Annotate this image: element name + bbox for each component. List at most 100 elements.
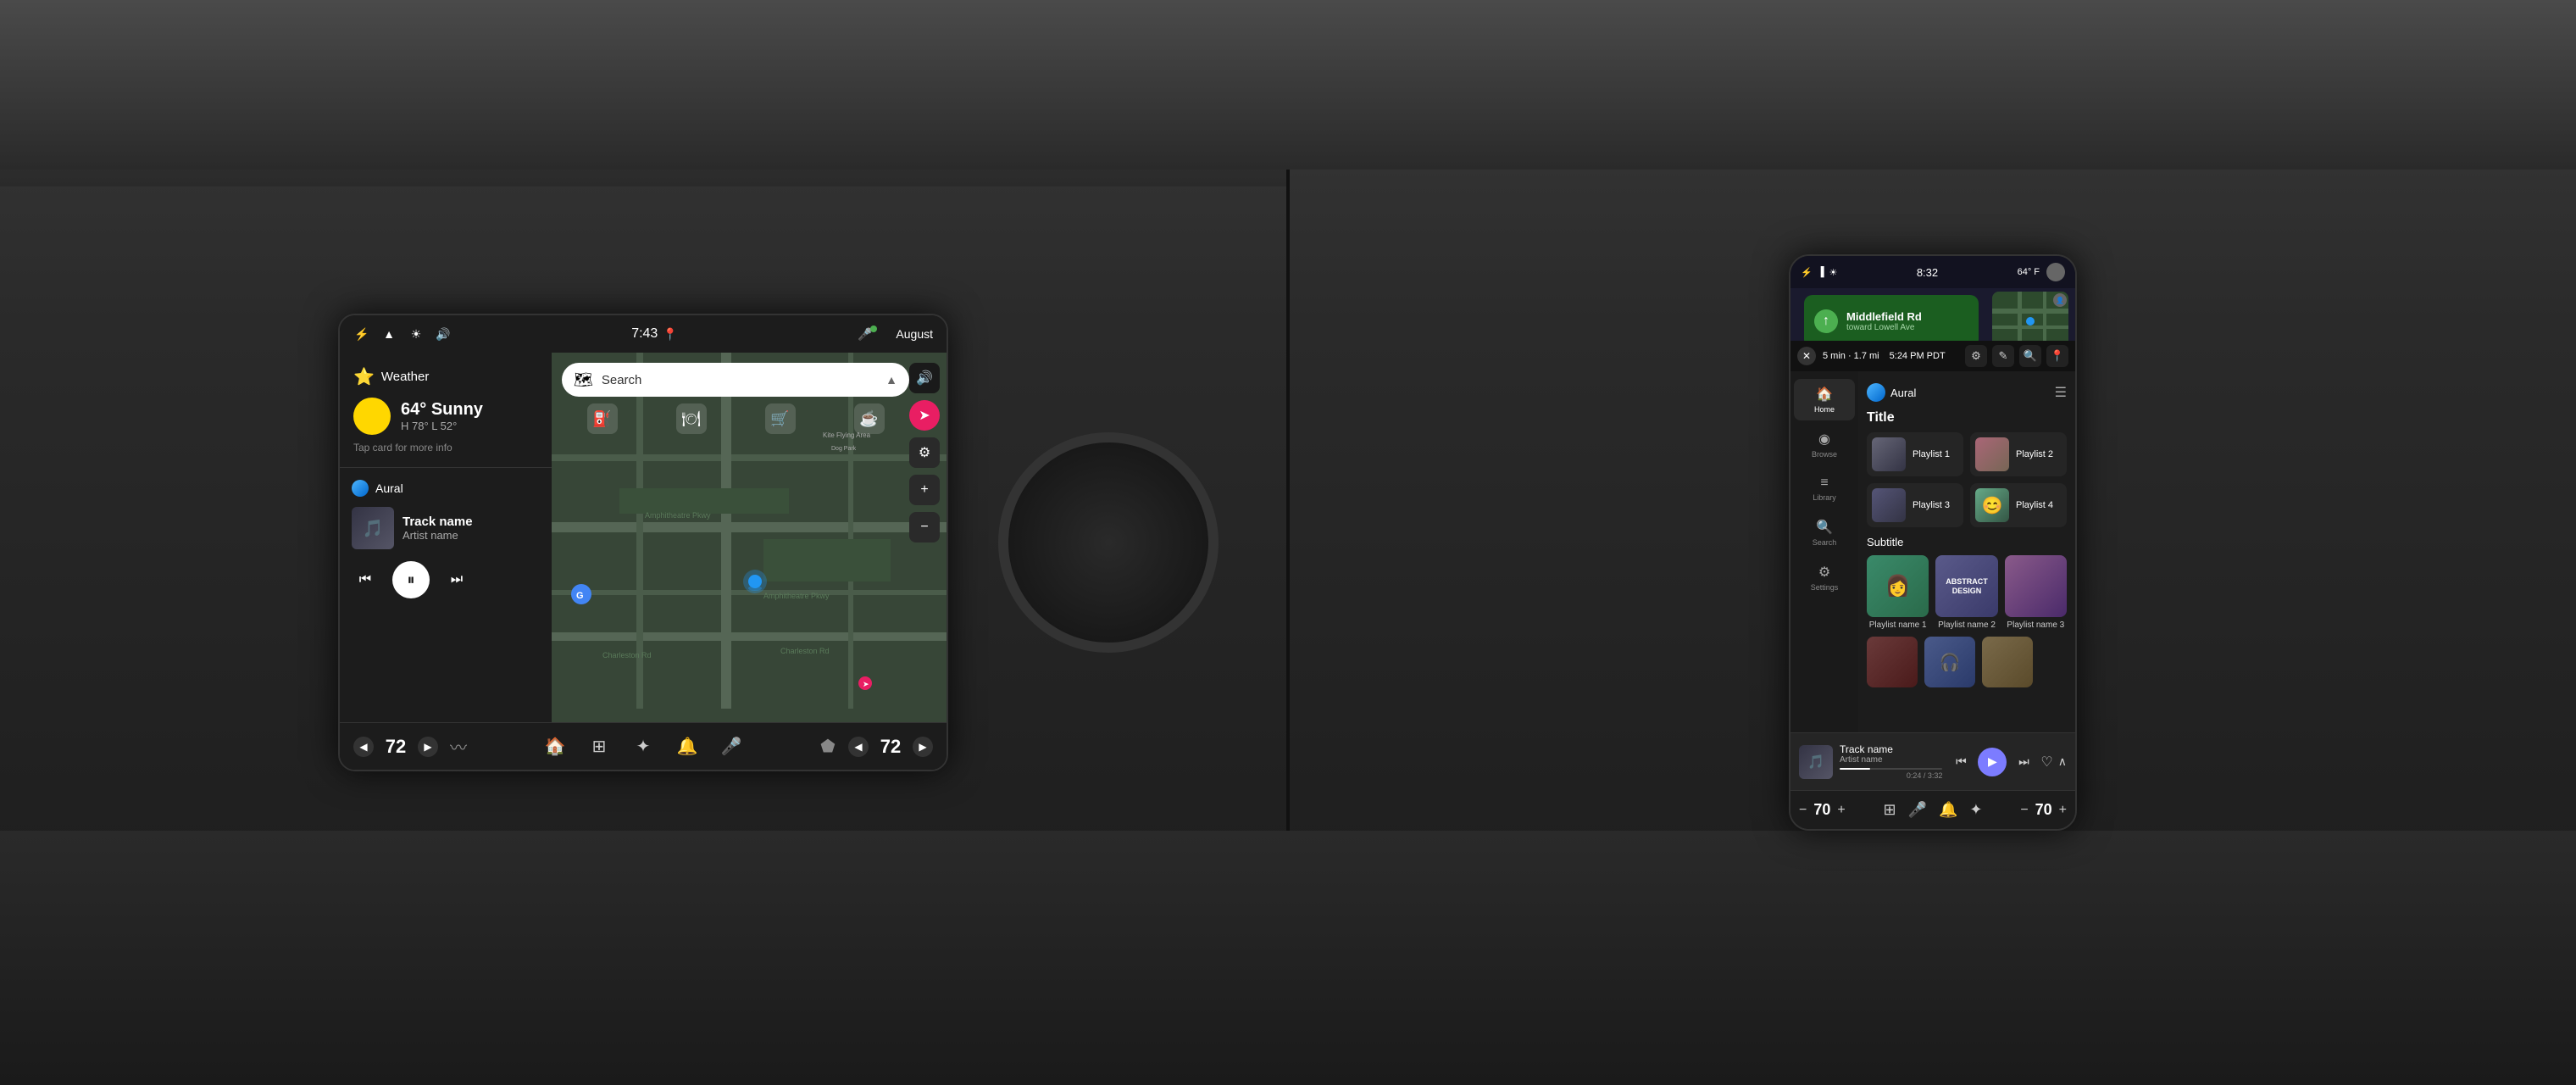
- next-button[interactable]: ⏭: [443, 566, 470, 593]
- phone-bottom-icons: ⊞ 🎤 🔔 ✦: [1851, 801, 2016, 819]
- playlist-item-3[interactable]: Playlist 3: [1867, 483, 1963, 527]
- nav-edit-icon[interactable]: ✎: [1992, 345, 2014, 367]
- gas-station-icon[interactable]: ⛽: [587, 403, 618, 434]
- prev-button[interactable]: ⏮: [352, 566, 379, 593]
- playlist-thumb-3: [1872, 488, 1906, 522]
- shopping-icon[interactable]: 🛒: [765, 403, 796, 434]
- playlist-item-2[interactable]: Playlist 2: [1970, 432, 2067, 476]
- phone-status-right: 64° F: [2018, 267, 2040, 277]
- temp-down-right[interactable]: ◀: [848, 737, 869, 757]
- nav-close-button[interactable]: ✕: [1797, 347, 1816, 365]
- sidebar-search-label: Search: [1813, 538, 1837, 547]
- prev-track-button[interactable]: ⏮: [1949, 750, 1973, 774]
- next-track-button[interactable]: ⏭: [2012, 750, 2035, 774]
- fan-nav-icon[interactable]: ✦: [630, 733, 657, 760]
- phone-star-icon[interactable]: ✦: [1969, 801, 1982, 819]
- temp-up-right[interactable]: ▶: [913, 737, 933, 757]
- playlist-thumb-4: 😊: [1975, 488, 2009, 522]
- weather-tap-hint: Tap card for more info: [353, 442, 538, 453]
- now-playing-artist: Artist name: [1840, 755, 1942, 765]
- phone-mic-icon[interactable]: 🎤: [1908, 801, 1927, 819]
- sidebar-item-library[interactable]: ≡ Library: [1794, 469, 1855, 509]
- search-chevron-icon: ▲: [886, 373, 897, 387]
- favorite-button[interactable]: ♡: [2040, 754, 2052, 771]
- weather-details: 64° Sunny H 78° L 52°: [401, 400, 483, 432]
- person-figure-icon: 👩: [1885, 574, 1911, 598]
- map-right-controls: 🔊 ➤ ⚙ + −: [909, 363, 940, 542]
- extra-playlist-thumb-5[interactable]: 🎧: [1924, 637, 1975, 687]
- large-playlist-2[interactable]: ABSTRACT DESIGN Playlist name 2: [1935, 555, 1997, 630]
- phone-temp-minus-right[interactable]: −: [2020, 803, 2028, 818]
- sidebar-browse-label: Browse: [1812, 450, 1837, 459]
- large-playlist-1[interactable]: 👩 Playlist name 1: [1867, 555, 1929, 630]
- temp-up-left[interactable]: ▶: [418, 737, 438, 757]
- weather-card[interactable]: ⭐ Weather 64° Sunny H 78° L 52°: [340, 353, 552, 468]
- phone-temp-plus-left[interactable]: +: [1837, 803, 1845, 818]
- home-nav-icon[interactable]: 🏠: [541, 733, 569, 760]
- extra-playlist-thumb-6[interactable]: [1982, 637, 2033, 687]
- phone-bell-icon[interactable]: 🔔: [1939, 801, 1957, 819]
- bell-nav-icon[interactable]: 🔔: [674, 733, 701, 760]
- maps-icon: 🗺: [574, 371, 593, 389]
- svg-text:Amphitheatre Pkwy: Amphitheatre Pkwy: [645, 511, 711, 520]
- track-name-left: Track name: [402, 515, 473, 529]
- restaurant-icon[interactable]: 🍽: [676, 403, 707, 434]
- phone-bottom-bar: − 70 + ⊞ 🎤 🔔 ✦ − 70 +: [1790, 790, 2075, 829]
- temp-down-left[interactable]: ◀: [353, 737, 374, 757]
- expand-button[interactable]: ∧: [2058, 754, 2067, 769]
- grid-nav-icon[interactable]: ⊞: [586, 733, 613, 760]
- mini-map[interactable]: 👤: [1992, 292, 2068, 341]
- sidebar-item-home[interactable]: 🏠 Home: [1794, 379, 1855, 420]
- music-header: Aural: [352, 480, 540, 497]
- playlist-item-1[interactable]: Playlist 1: [1867, 432, 1963, 476]
- play-pause-button[interactable]: ⏸: [392, 561, 430, 598]
- signal-bars-icon: ▐: [1818, 267, 1824, 277]
- map-search-bar[interactable]: 🗺 Search ▲: [562, 363, 909, 397]
- nav-settings-icon[interactable]: ⚙: [1965, 345, 1987, 367]
- phone-grid-icon[interactable]: ⊞: [1883, 801, 1896, 819]
- map-navigate-button[interactable]: ➤: [909, 400, 940, 431]
- player-controls: ⏮ ▶ ⏭ ♡ ∧: [1949, 748, 2067, 776]
- queue-icon[interactable]: ☰: [2055, 384, 2067, 401]
- album-art: 🎵: [352, 507, 394, 549]
- play-button[interactable]: ▶: [1978, 748, 2007, 776]
- aural-logo: [352, 480, 369, 497]
- app-sidebar: 🏠 Home ◉ Browse ≡ Library 🔍 Search ⚙: [1790, 371, 1858, 732]
- search-input-text[interactable]: Search: [602, 373, 877, 387]
- sidebar-item-search[interactable]: 🔍 Search: [1794, 512, 1855, 554]
- large-playlist-name-3: Playlist name 3: [2005, 620, 2067, 630]
- main-content: ⭐ Weather 64° Sunny H 78° L 52°: [340, 353, 947, 722]
- status-bar: ⚡ ▲ ☀ 🔊 7:43 📍 🎤 August: [340, 315, 947, 353]
- extra-playlist-thumb-4[interactable]: [1867, 637, 1918, 687]
- cafe-icon[interactable]: ☕: [854, 403, 885, 434]
- now-playing-progress-bar[interactable]: [1840, 768, 1942, 770]
- nav-pin-icon[interactable]: 📍: [2046, 345, 2068, 367]
- mic-nav-icon[interactable]: 🎤: [718, 733, 745, 760]
- svg-text:Charleston Rd: Charleston Rd: [602, 651, 652, 659]
- phone-temp-minus-left[interactable]: −: [1799, 803, 1807, 818]
- nav-text: Middlefield Rd toward Lowell Ave: [1846, 310, 1922, 333]
- bottom-icon-vent: 〰: [445, 733, 472, 760]
- title-section: Title: [1867, 410, 2067, 426]
- nav-search-icon[interactable]: 🔍: [2019, 345, 2041, 367]
- map-zoom-out-button[interactable]: −: [909, 512, 940, 542]
- bottom-nav-icons: 🏠 ⊞ ✦ 🔔 🎤: [479, 733, 808, 760]
- sidebar-item-settings[interactable]: ⚙ Settings: [1794, 557, 1855, 598]
- map-volume-button[interactable]: 🔊: [909, 363, 940, 393]
- left-sidebar: ⭐ Weather 64° Sunny H 78° L 52°: [340, 353, 552, 722]
- profile-mini-icon: 👤: [2053, 293, 2067, 307]
- large-playlist-thumb-3: [2005, 555, 2067, 617]
- phone-temp-plus-right[interactable]: +: [2059, 803, 2067, 818]
- user-label[interactable]: August: [896, 327, 933, 341]
- playlist-item-4[interactable]: 😊 Playlist 4: [1970, 483, 2067, 527]
- map-settings-button[interactable]: ⚙: [909, 437, 940, 468]
- map-zoom-in-button[interactable]: +: [909, 475, 940, 505]
- sidebar-item-browse[interactable]: ◉ Browse: [1794, 424, 1855, 465]
- large-playlist-3[interactable]: Playlist name 3: [2005, 555, 2067, 630]
- phone-avatar[interactable]: [2046, 263, 2065, 281]
- large-playlists-row2: 🎧: [1867, 637, 2067, 687]
- library-icon: ≡: [1820, 476, 1828, 491]
- playlist-name-1: Playlist 1: [1913, 449, 1950, 459]
- svg-text:➤: ➤: [863, 680, 869, 688]
- nav-section: ↑ Middlefield Rd toward Lowell Ave: [1797, 292, 2068, 341]
